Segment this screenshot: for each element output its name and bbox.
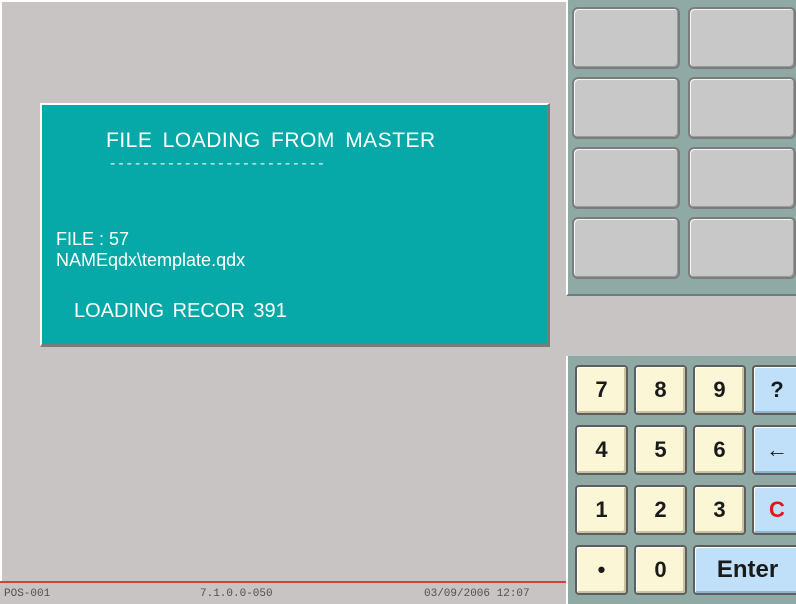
- file-name-text: NAMEqdx\template.qdx: [56, 250, 246, 270]
- key-6[interactable]: 6: [693, 425, 746, 475]
- status-bar: POS-001 7.1.0.0-050 03/09/2006 12:07: [0, 581, 566, 604]
- key-9[interactable]: 9: [693, 365, 746, 415]
- key-7[interactable]: 7: [575, 365, 628, 415]
- function-key-1[interactable]: [572, 7, 680, 69]
- key-8[interactable]: 8: [634, 365, 687, 415]
- file-loading-dialog: FILE LOADING FROM MASTER ---------------…: [40, 103, 550, 347]
- numeric-keypad: 7 8 9 ? 4 5 6 ← 1 2 3 C • 0 Enter: [566, 356, 796, 604]
- datetime-label: 03/09/2006 12:07: [424, 588, 530, 600]
- version-label: 7.1.0.0-050: [200, 588, 273, 600]
- key-1[interactable]: 1: [575, 485, 628, 535]
- terminal-id: POS-001: [4, 588, 51, 600]
- file-count-text: FILE : 57: [56, 229, 130, 249]
- enter-key[interactable]: Enter: [693, 545, 796, 595]
- dialog-title: FILE LOADING FROM MASTER: [106, 129, 436, 152]
- function-key-3[interactable]: [572, 77, 680, 139]
- clear-key[interactable]: C: [752, 485, 796, 535]
- function-key-7[interactable]: [572, 217, 680, 279]
- decimal-point-key[interactable]: •: [575, 545, 628, 595]
- loading-record-text: LOADING RECOR 391: [74, 300, 287, 322]
- function-key-6[interactable]: [688, 147, 796, 209]
- key-4[interactable]: 4: [575, 425, 628, 475]
- key-5[interactable]: 5: [634, 425, 687, 475]
- backspace-arrow-icon[interactable]: ←: [752, 425, 796, 475]
- function-key-5[interactable]: [572, 147, 680, 209]
- help-key[interactable]: ?: [752, 365, 796, 415]
- key-0[interactable]: 0: [634, 545, 687, 595]
- function-key-2[interactable]: [688, 7, 796, 69]
- function-key-grid: [566, 0, 796, 296]
- panel-spacer: [566, 296, 796, 356]
- key-2[interactable]: 2: [634, 485, 687, 535]
- right-panel: 7 8 9 ? 4 5 6 ← 1 2 3 C • 0 Enter: [566, 0, 796, 604]
- key-3[interactable]: 3: [693, 485, 746, 535]
- function-key-4[interactable]: [688, 77, 796, 139]
- dialog-separator: --------------------------: [110, 155, 327, 172]
- main-screen-area: FILE LOADING FROM MASTER ---------------…: [0, 0, 566, 604]
- function-key-8[interactable]: [688, 217, 796, 279]
